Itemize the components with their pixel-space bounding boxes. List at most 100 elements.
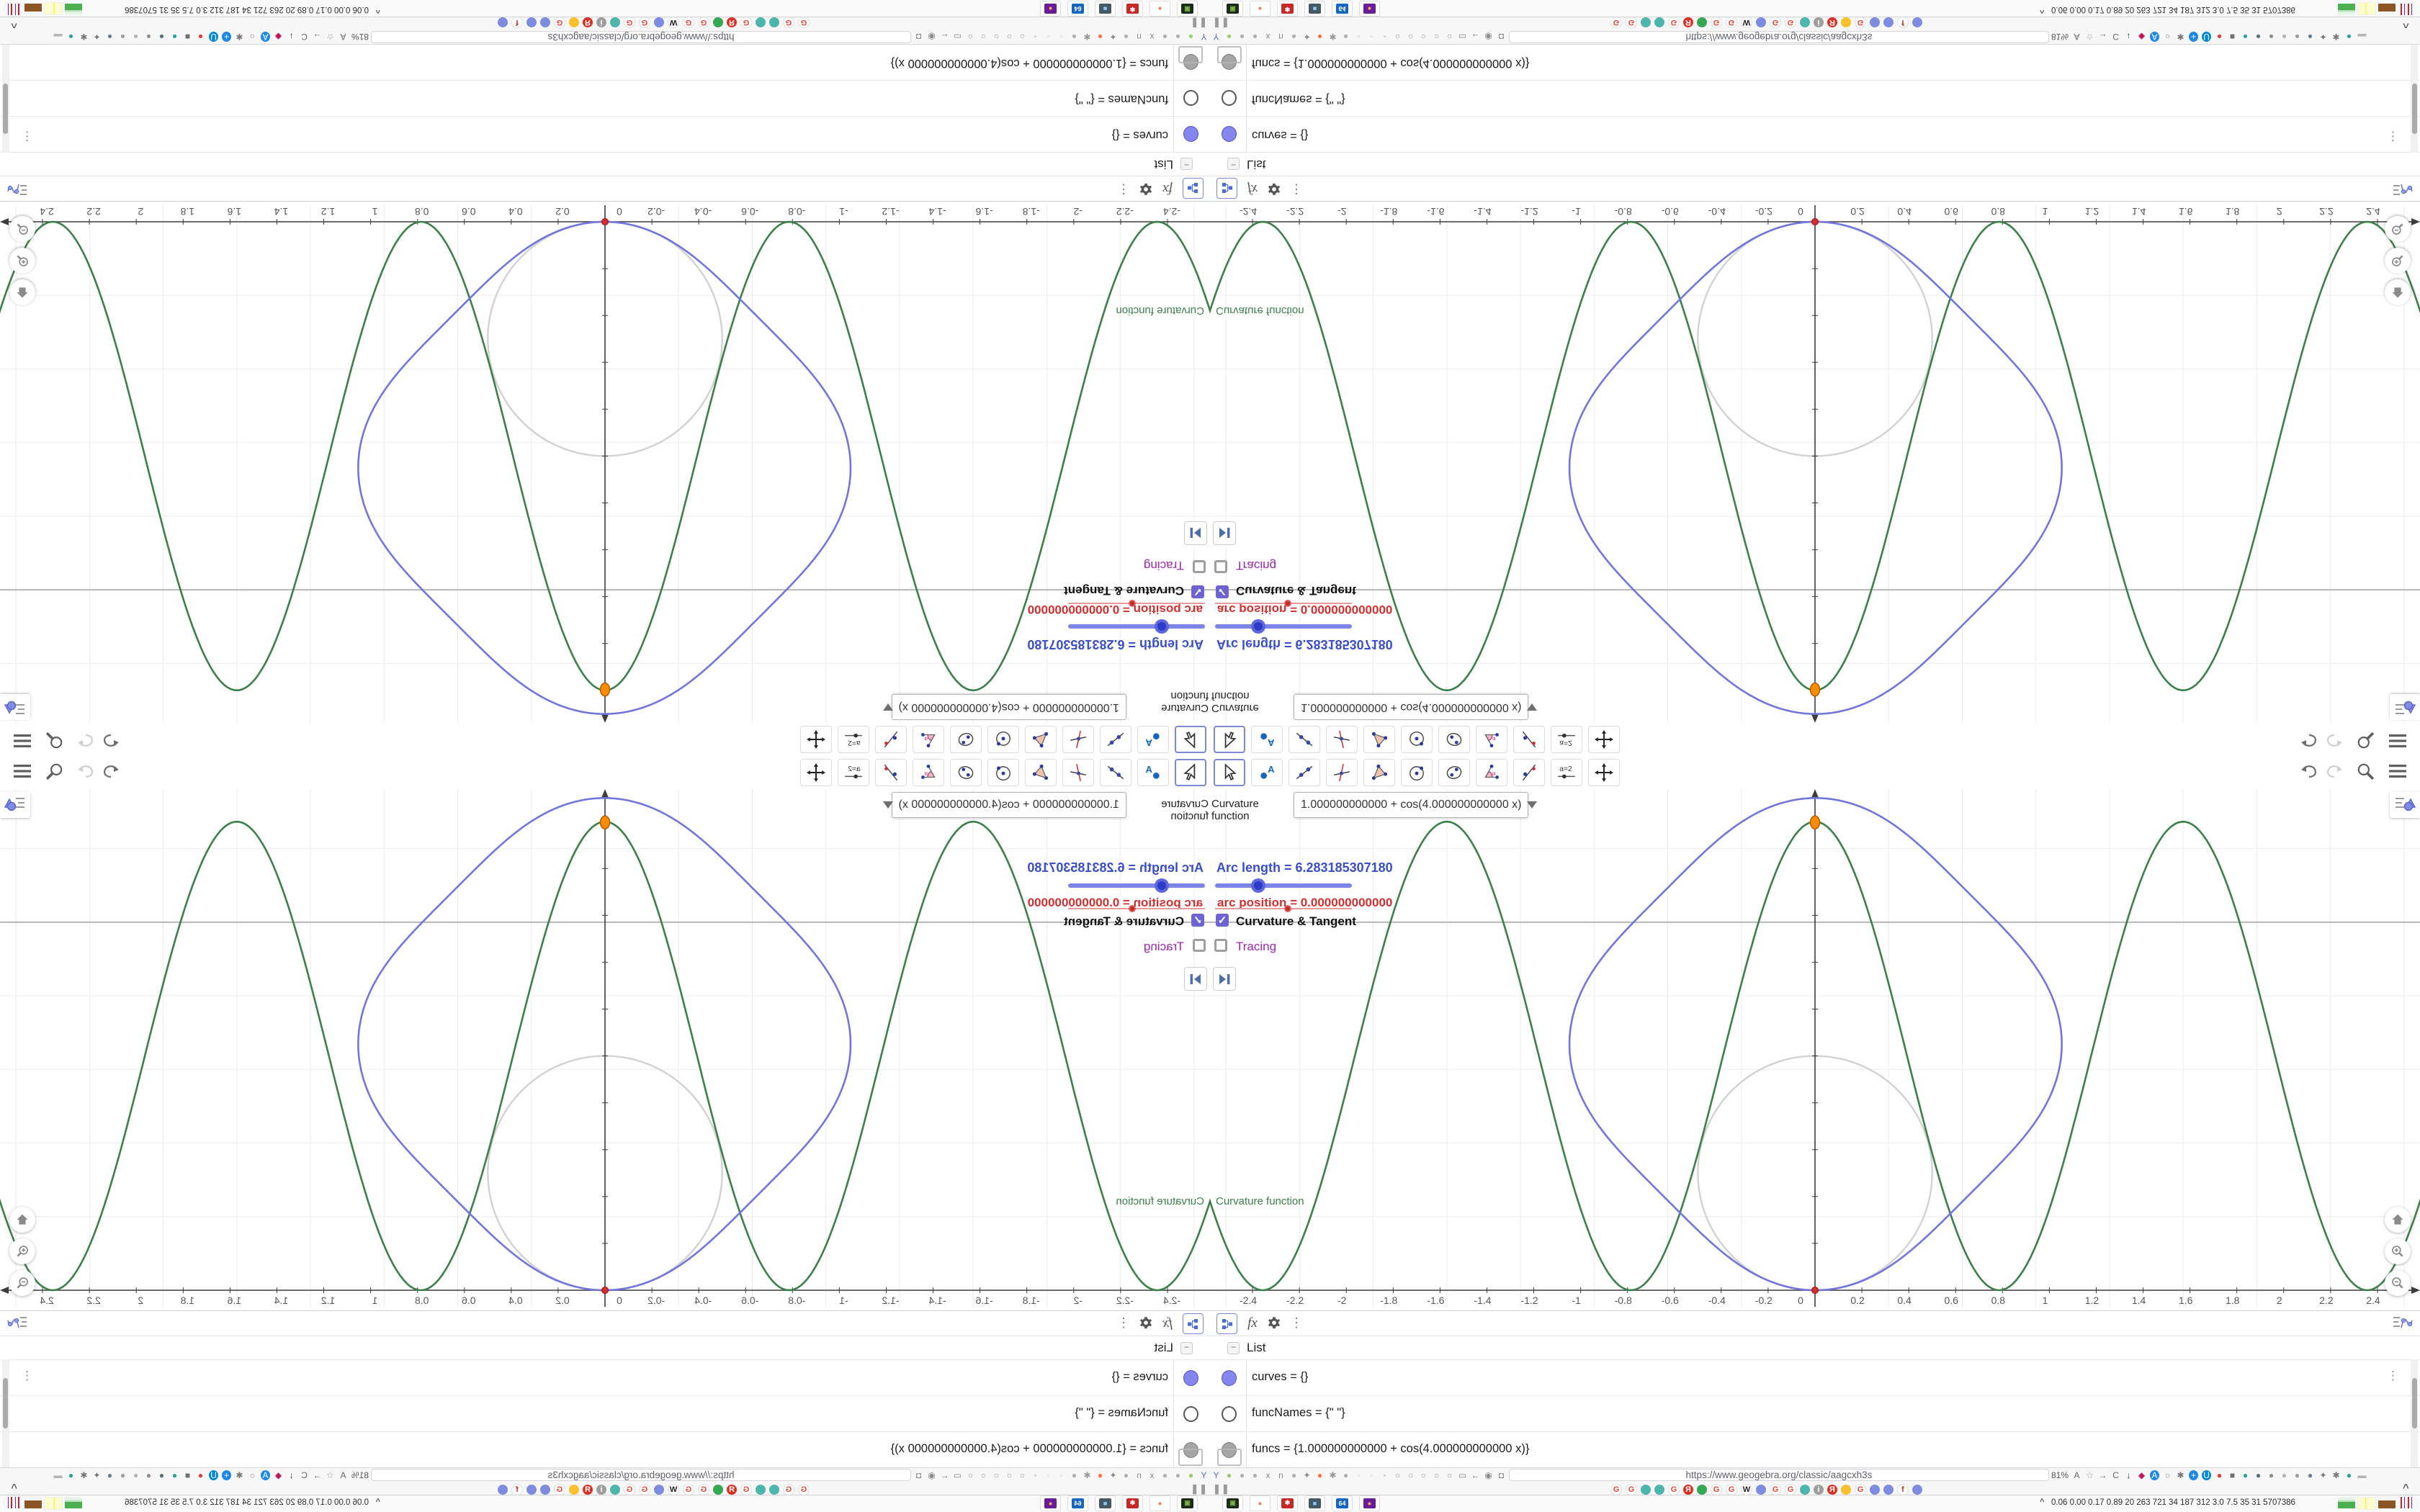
link-icon[interactable]: n <box>1134 32 1144 42</box>
zoom-level-badge[interactable]: 81% <box>2051 1470 2069 1480</box>
record-ext-icon[interactable]: ● <box>2215 1470 2224 1480</box>
algebra-row-funcnames[interactable]: funcNames = {" "} <box>0 1395 1210 1432</box>
bookmark-favicon[interactable]: G <box>1770 17 1781 29</box>
thumb-ext-icon[interactable]: ● <box>2305 1470 2315 1480</box>
bookmark-favicon[interactable]: G <box>783 17 794 29</box>
globe-icon[interactable]: ● <box>1250 32 1260 42</box>
bookmark-favicon[interactable] <box>1641 17 1651 28</box>
row-options-icon[interactable]: ⋮ <box>2387 1369 2399 1383</box>
ghost-box-icon[interactable]: ▫ <box>1044 32 1053 42</box>
row-options-icon[interactable]: ⋮ <box>21 1369 33 1383</box>
search-button[interactable] <box>2355 732 2375 750</box>
ghost-box-icon[interactable]: ▫ <box>1044 1470 1053 1480</box>
algebra-tree-button[interactable] <box>1183 178 1204 199</box>
bookmark-favicon[interactable]: G <box>1610 1483 1622 1495</box>
shield3-ext-icon[interactable]: ● <box>2280 1470 2289 1480</box>
bookmark-favicon[interactable]: i <box>1814 17 1824 28</box>
scrollbar-thumb[interactable] <box>3 1378 9 1428</box>
curvature-function-dropdown[interactable]: 1.000000000000 + cos(4.000000000000 x) <box>882 694 1126 720</box>
algebra-row-curves[interactable]: curves = {} ⋮ <box>1210 116 2420 153</box>
dropdown-arrow-icon[interactable] <box>1527 801 1538 809</box>
pill-icon[interactable]: ▬ <box>2357 1470 2367 1480</box>
tool-angle-button[interactable]: α <box>1476 759 1507 786</box>
reload-icon[interactable]: C <box>2111 32 2120 42</box>
tab-dot-icon[interactable]: ○ <box>1018 1470 1027 1480</box>
globe-icon[interactable]: ● <box>1250 1470 1260 1480</box>
bookmark-favicon[interactable] <box>1870 17 1880 28</box>
tab-dot-icon[interactable]: ○ <box>1005 1470 1014 1480</box>
bookmark-favicon[interactable] <box>1697 17 1707 28</box>
redo-button[interactable] <box>76 762 97 780</box>
screenshot-app-icon[interactable]: ▣ <box>1177 1495 1198 1511</box>
tool-reflect-button[interactable] <box>875 759 907 786</box>
bookmark-favicon[interactable] <box>498 1484 508 1495</box>
bookmark-favicon[interactable] <box>540 17 550 28</box>
algebra-scrollbar[interactable] <box>2411 45 2418 153</box>
bookmark-favicon[interactable]: G <box>639 1483 650 1495</box>
thumb-ext-icon[interactable]: ● <box>2305 32 2315 42</box>
main-menu-button[interactable] <box>2388 732 2408 750</box>
bookmark-favicon[interactable]: G <box>1785 17 1796 29</box>
ghost-box-icon[interactable]: ▫ <box>1354 32 1363 42</box>
folder-icon[interactable]: ▭ <box>953 32 962 42</box>
visibility-marble[interactable] <box>1183 1406 1198 1422</box>
bookmark-star-icon[interactable]: ☆ <box>326 1470 335 1480</box>
zoom-level-badge[interactable]: 81% <box>2051 32 2069 42</box>
main-menu-button[interactable] <box>12 762 32 780</box>
bookmark-favicon[interactable] <box>1654 1484 1664 1495</box>
bookmark-favicon[interactable] <box>1841 1484 1851 1495</box>
link-icon[interactable]: x <box>1263 32 1273 42</box>
shield-icon[interactable]: ◉ <box>927 32 936 42</box>
tab-status-icon[interactable]: ● <box>2344 1470 2354 1480</box>
algebra-more-button[interactable]: ⋮ <box>1290 179 1303 199</box>
globe-icon[interactable]: ● <box>1341 1470 1350 1480</box>
back-icon[interactable]: ← <box>940 32 949 42</box>
globe-icon[interactable]: ● <box>1160 32 1170 42</box>
bookmark-favicon[interactable]: f <box>511 1483 523 1495</box>
wrench-icon[interactable]: ✦ <box>1302 32 1312 42</box>
algebra-row-curves[interactable]: curves = {} ⋮ <box>0 116 1210 153</box>
bookmark-favicon[interactable]: Я <box>1827 17 1837 28</box>
curvature-function-dropdown[interactable]: 1.000000000000 + cos(4.000000000000 x) <box>882 792 1126 818</box>
algebra-row-funcs[interactable]: funcs = {1.000000000000 + cos(4.00000000… <box>0 43 1210 81</box>
tab-status-icon[interactable]: ● <box>2344 32 2354 42</box>
bookmark-favicon[interactable]: Я <box>583 1484 593 1495</box>
function-tools-button[interactable]: fx <box>1243 179 1262 199</box>
bookmark-favicon[interactable]: G <box>1770 1483 1781 1495</box>
tool-move-button[interactable] <box>1175 726 1206 753</box>
gear-ext-icon[interactable]: ✱ <box>235 32 244 42</box>
bookmark-favicon[interactable]: G <box>1785 1483 1796 1495</box>
bookmark-favicon[interactable] <box>526 17 537 28</box>
oval-ext-icon[interactable]: ○ <box>2163 1470 2172 1480</box>
shield2-ext-icon[interactable]: ● <box>144 1470 153 1480</box>
algebra-settings-button[interactable] <box>1265 179 1283 199</box>
ghost-box-icon[interactable]: ▫ <box>1367 32 1376 42</box>
tool-line-button[interactable] <box>1289 759 1320 786</box>
bookmark-favicon[interactable]: f <box>1897 17 1909 29</box>
main-menu-button[interactable] <box>12 732 32 750</box>
algebra-stylebar-button[interactable] <box>6 1313 29 1333</box>
lock-icon[interactable]: ◘ <box>914 1470 923 1480</box>
tool-reflect-button[interactable] <box>1513 759 1545 786</box>
back-icon[interactable]: ← <box>1471 1470 1480 1480</box>
bookmark-favicon[interactable] <box>1883 1484 1894 1495</box>
tool-perpendicular-button[interactable] <box>1062 759 1094 786</box>
pin-icon[interactable]: Y <box>1199 1470 1209 1480</box>
bookmark-favicon[interactable]: W <box>1741 17 1752 29</box>
visibility-marble[interactable] <box>1183 1370 1198 1386</box>
pin-icon[interactable]: Y <box>1211 1470 1221 1480</box>
thumb-ext-icon[interactable]: ● <box>105 1470 115 1480</box>
bookmark-favicon[interactable]: G <box>1668 1483 1680 1495</box>
bookmark-favicon[interactable] <box>1654 17 1664 28</box>
floppy64-app-icon[interactable]: 64 <box>1332 1495 1353 1511</box>
forward-icon[interactable]: → <box>313 32 322 42</box>
bookmark-favicon[interactable]: G <box>740 17 752 29</box>
tool-conic-button[interactable] <box>1438 726 1470 753</box>
tool-point-button[interactable]: A <box>1137 726 1169 753</box>
bookmark-favicon[interactable]: i <box>596 17 606 28</box>
download-icon[interactable]: ↓ <box>2124 32 2133 42</box>
tool-reflect-button[interactable] <box>875 726 907 753</box>
arc-position-slider[interactable] <box>1215 603 1352 604</box>
algebra-stylebar-button[interactable] <box>2391 179 2414 199</box>
tab-dot-icon[interactable]: ○ <box>1445 1470 1454 1480</box>
